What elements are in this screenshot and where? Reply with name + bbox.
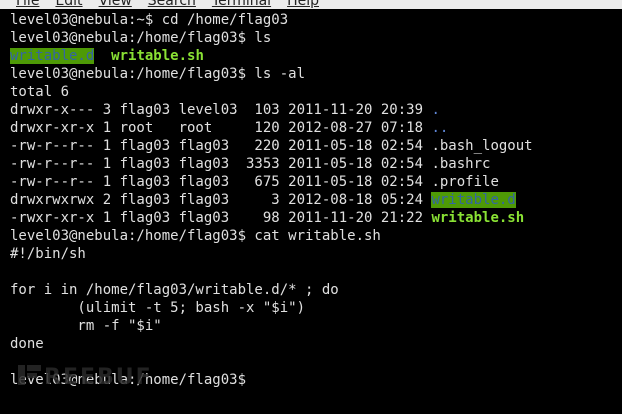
terminal-line: level03@nebula:/home/flag03$ cat writabl… [10,228,381,244]
listing-name: .profile [431,174,499,190]
menu-edit[interactable]: Edit [55,0,82,9]
menu-terminal[interactable]: Terminal [212,0,271,9]
terminal-line: #!/bin/sh [10,246,86,262]
terminal-line: (ulimit -t 5; bash -x "$i") [10,300,306,316]
terminal-line: writable.d writable.sh [10,47,204,65]
listing-prefix: drwxr-xr-x 1 root root 120 2012-08-27 07… [10,120,432,136]
listing-prefix: drwxrwxrwx 2 flag03 flag03 3 2012-08-18 … [10,192,432,208]
freebuf-watermark: REEBUF [18,365,153,390]
listing-name: writable.sh [431,210,525,226]
terminal-line: level03@nebula:~$ cd /home/flag03 [10,12,289,28]
listing-row: -rw-r--r-- 1 flag03 flag03 3353 2011-05-… [10,155,490,173]
listing-row: -rwxr-xr-x 1 flag03 flag03 98 2011-11-20… [10,209,524,227]
terminal-line: total 6 [10,84,70,100]
menu-bar: File Edit View Search Terminal Help [0,0,622,9]
terminal-line: level03@nebula:/home/flag03$ ls [10,30,272,46]
listing-name: .bashrc [431,156,491,172]
dir-entry-writable-d: writable.d [10,48,95,64]
menu-search[interactable]: Search [148,0,196,9]
menu-help[interactable]: Help [287,0,319,9]
watermark-text: REEBUF [44,365,153,390]
listing-row: drwxr-x--- 3 flag03 level03 103 2011-11-… [10,101,440,119]
menu-view[interactable]: View [99,0,132,9]
terminal-line: done [10,336,44,352]
listing-name: .. [431,120,449,136]
listing-row: -rw-r--r-- 1 flag03 flag03 675 2011-05-1… [10,173,499,191]
listing-prefix: -rw-r--r-- 1 flag03 flag03 220 2011-05-1… [10,138,432,154]
terminal-line: for i in /home/flag03/writable.d/* ; do [10,282,339,298]
listing-prefix: -rw-r--r-- 1 flag03 flag03 675 2011-05-1… [10,174,432,190]
freebuf-logo-icon [18,365,41,385]
terminal-line: rm -f "$i" [10,318,162,334]
listing-prefix: -rw-r--r-- 1 flag03 flag03 3353 2011-05-… [10,156,432,172]
file-entry-writable-sh: writable.sh [111,48,204,64]
menu-file[interactable]: File [16,0,39,9]
terminal-line: level03@nebula:/home/flag03$ ls -al [10,66,306,82]
listing-name: writable.d [431,192,516,208]
listing-name: . [431,102,440,118]
listing-row: drwxrwxrwx 2 flag03 flag03 3 2012-08-18 … [10,191,516,209]
listing-name: .bash_logout [431,138,533,154]
listing-prefix: drwxr-x--- 3 flag03 level03 103 2011-11-… [10,102,432,118]
terminal-output[interactable]: level03@nebula:~$ cd /home/flag03 level0… [0,11,622,414]
listing-prefix: -rwxr-xr-x 1 flag03 flag03 98 2011-11-20… [10,210,432,226]
listing-row: -rw-r--r-- 1 flag03 flag03 220 2011-05-1… [10,137,533,155]
listing-row: drwxr-xr-x 1 root root 120 2012-08-27 07… [10,119,448,137]
